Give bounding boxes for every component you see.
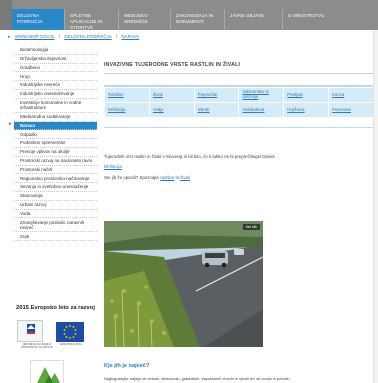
sidebar-item-presoje-vplivov[interactable]: Presoje vplivov na okolje <box>14 148 97 157</box>
question-text: Ste jih že opazili? Spoznajte <box>104 175 159 180</box>
seal-icon <box>27 324 35 334</box>
nav-left-strip <box>0 0 12 30</box>
category-link-definicija[interactable]: Definicija <box>104 102 150 118</box>
category-link-predpisi[interactable]: Predpisi <box>283 87 330 103</box>
seal-caption: REPUBLIKA SLOVENIJA MINISTRSTVO ZA OKOLJ… <box>21 343 53 349</box>
sidebar-item-sevanja[interactable]: Sevanja in svetlobno onesnaženje <box>14 183 97 192</box>
sidebar-item-gradbeno[interactable]: Gradbeno <box>14 64 97 73</box>
sidebar-item-odpadki[interactable]: Odpadki <box>14 130 97 140</box>
sidebar-item-mednarodno-sodelovanje[interactable]: Mednarodno sodelovanje <box>14 113 97 122</box>
category-table: Rastline Živali Preprečite Odstranitev i… <box>104 87 374 118</box>
sidebar-item-regionalno-nacrtovanje[interactable]: Regionalno prostorsko načrtovanje <box>14 174 97 184</box>
tab-zakonodaja[interactable]: ZAKONODAJA IN DOKUMENTI <box>170 9 224 30</box>
category-link-hortikultura[interactable]: Hortikultura <box>238 102 285 118</box>
category-link-preprecite[interactable]: Preprečite <box>193 87 240 103</box>
ministry-seal-logo[interactable] <box>17 320 43 342</box>
category-link-knjiznica[interactable]: Knjižnica <box>283 102 330 118</box>
sidebar-item-biotehnologija[interactable]: Biotehnologija <box>14 46 97 55</box>
category-link-odstranitev[interactable]: Odstranitev in uničenje <box>238 87 285 103</box>
eu-flag-icon[interactable] <box>56 322 84 342</box>
tab-spletne-aplikacije[interactable]: SPLETNE APLIKACIJE IN STORITVE <box>64 9 118 30</box>
sidebar-item-urbani-razvoj[interactable]: Urbani razvoj <box>14 201 97 210</box>
definition-link[interactable]: Definicija <box>104 164 122 169</box>
eu-caption: EVROPSKA UNIJA <box>60 343 82 346</box>
green-leaf-logo[interactable] <box>30 360 64 383</box>
category-link-konca[interactable]: Konca <box>328 87 374 103</box>
page-right-edge <box>373 30 378 383</box>
breadcrumb-separator: / <box>58 34 61 39</box>
sidebar-item-industrijsko-onesnazevanje[interactable]: Industrijsko onesnaževanje <box>14 90 97 99</box>
breadcrumb-delovna-podrocja-link[interactable]: DELOVNA PODROČJA <box>64 34 111 39</box>
breadcrumb-narava-link[interactable]: NARAVA <box>121 34 139 39</box>
promo-box: 2015 Evropsko leto za razvoj REPUBLIKA S… <box>16 305 95 383</box>
sidebar-item-zrak[interactable]: Zrak <box>14 232 97 242</box>
top-navigation: DELOVNA PODROČJA SPLETNE APLIKACIJE IN S… <box>0 0 378 30</box>
sidebar-item-industrijske-nesrece[interactable]: Industrijske nesreče <box>14 81 97 90</box>
category-link-rastline[interactable]: Rastline <box>104 87 150 103</box>
sidebar-item-investicije[interactable]: Investicije komunalne in vodne infrastru… <box>14 99 97 113</box>
photo-more-images-tag[interactable]: Več slik <box>242 224 260 230</box>
leaf-icon <box>37 367 60 383</box>
tab-delovna-podrocja[interactable]: DELOVNA PODROČJA <box>12 9 64 30</box>
title-divider <box>104 73 378 74</box>
plants-link[interactable]: rastline <box>160 175 174 180</box>
page-title: INVAZIVNE TUJERODNE VRSTE RASTLIN IN ŽIV… <box>104 62 241 68</box>
question-paragraph: Ste jih že opazili? Spoznajte rastline i… <box>104 175 190 180</box>
breadcrumb-home-link[interactable]: WWW.MOP.GOV.SI <box>15 34 55 39</box>
section-paragraph: Naglogostejše najlejo ob cestah, železni… <box>104 376 291 381</box>
photo-image <box>104 221 263 347</box>
category-table-bottom-border <box>104 127 378 128</box>
intro-paragraph: Tujerodnih vrst rastlin in živali v Slov… <box>104 154 276 159</box>
breadcrumb-separator: / <box>115 34 118 39</box>
sidebar-item-hrup[interactable]: Hrup <box>14 72 97 82</box>
sidebar-item-voda[interactable]: Voda <box>14 210 97 219</box>
breadcrumb: ▸ WWW.MOP.GOV.SI / DELOVNA PODROČJA / NA… <box>8 34 139 44</box>
sidebar-item-podnebne-spremembe[interactable]: Podnebne spremembe <box>14 139 97 148</box>
tab-o-ministrstvu[interactable]: O MINISTRSTVU <box>282 9 373 30</box>
promo-title[interactable]: 2015 Evropsko leto za razvoj <box>16 305 95 311</box>
sidebar-menu: Biotehnologija Državljanska dejavnost Gr… <box>9 46 97 242</box>
sidebar-item-stanovanja[interactable]: Stanovanja <box>14 192 97 201</box>
category-link-izbrati[interactable]: Izbrati <box>193 102 240 118</box>
animals-link[interactable]: živali <box>180 175 190 180</box>
sidebar-item-prostorski-razvoj[interactable]: Prostorski razvoj na nacionalni ravni <box>14 157 97 166</box>
eu-stars-icon <box>63 325 77 339</box>
breadcrumb-arrow-icon: ▸ <box>8 34 11 40</box>
category-row: Definicija Vodje Izbrati Hortikultura Kn… <box>104 102 374 118</box>
category-link-vodje[interactable]: Vodje <box>148 102 195 118</box>
sidebar-item-drzavljanska-dejavnost[interactable]: Državljanska dejavnost <box>14 55 97 64</box>
section-heading: Kje jih je največ? <box>104 363 150 369</box>
category-link-povezave[interactable]: Povezave <box>328 102 374 118</box>
roadside-plants-photo[interactable]: Več slik <box>104 221 263 347</box>
tab-medijsko-sredisce[interactable]: MEDIJSKO SREDIŠČE <box>118 9 170 30</box>
sidebar-item-narava[interactable]: Narava <box>9 121 97 131</box>
sidebar-item-naravne-nesrece[interactable]: Zmanjševanje posledic naravnih nesreč <box>14 218 97 233</box>
category-link-zivali[interactable]: Živali <box>148 87 195 103</box>
question-conjunction: in <box>175 175 179 180</box>
tab-javne-objave[interactable]: JAVNE OBJAVE <box>224 9 282 30</box>
sidebar-item-prostorski-nacrti[interactable]: Prostorski načrti <box>14 166 97 175</box>
category-row: Rastline Živali Preprečite Odstranitev i… <box>104 87 374 103</box>
